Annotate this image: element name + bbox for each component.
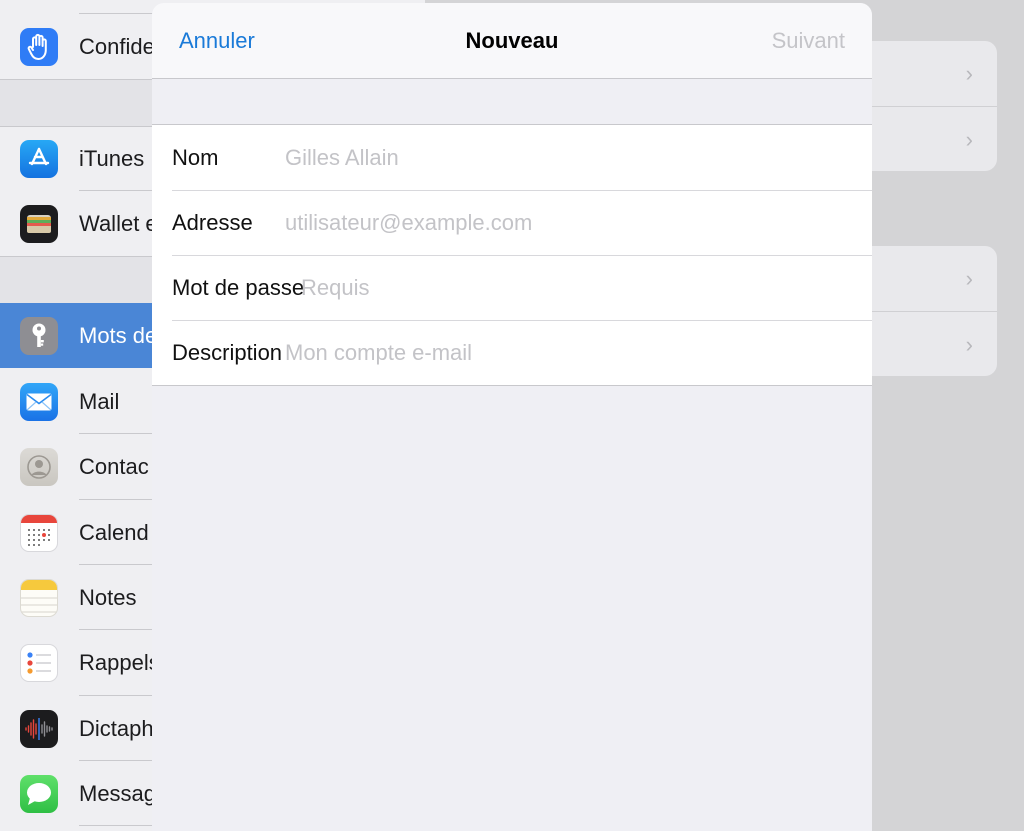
sheet-header: Nouveau Annuler Suivant (152, 3, 872, 79)
sidebar-item-label: Confide (79, 33, 155, 59)
reminders-icon (20, 643, 58, 682)
cancel-button[interactable]: Annuler (179, 3, 255, 78)
next-button[interactable]: Suivant (772, 3, 845, 78)
form-row-password: Mot de passe (152, 255, 872, 320)
form-row-description: Description (152, 320, 872, 385)
name-field[interactable] (285, 137, 825, 178)
form-row-name: Nom (152, 125, 872, 190)
address-label: Adresse (172, 209, 253, 235)
form-row-address: Adresse (152, 190, 872, 255)
key-icon (20, 316, 58, 355)
sidebar-item-label: Mail (79, 388, 120, 414)
password-label: Mot de passe (172, 274, 305, 300)
sidebar-item-label: Messag (79, 780, 157, 806)
wallet-icon (20, 204, 58, 243)
chevron-right-icon: › (965, 126, 973, 152)
notes-icon (20, 578, 58, 617)
hand-icon (20, 27, 58, 66)
mail-icon (20, 382, 58, 421)
sidebar-item-label: Wallet e (79, 210, 158, 236)
sidebar-item-label: Notes (79, 584, 137, 610)
sidebar-item-label: Contac (79, 453, 149, 479)
password-field[interactable] (301, 267, 821, 308)
sheet-title: Nouveau (465, 28, 559, 53)
contacts-icon (20, 447, 58, 486)
messages-icon (20, 774, 58, 813)
chevron-right-icon: › (965, 265, 973, 291)
email-field[interactable] (285, 202, 825, 243)
sidebar-item-label: Mots de (79, 322, 158, 348)
chevron-right-icon: › (965, 60, 973, 86)
sidebar-item-label: Dictaph (79, 715, 154, 741)
description-label: Description (172, 339, 283, 365)
name-label: Nom (172, 144, 219, 170)
sidebar-item-label: Calend (79, 519, 149, 545)
sidebar-item-label: iTunes (79, 145, 145, 171)
description-field[interactable] (285, 332, 825, 373)
voice-memos-icon (20, 709, 58, 748)
new-account-sheet: Nouveau Annuler Suivant Nom Adresse Mot … (152, 3, 872, 831)
account-form: Nom Adresse Mot de passe Description (152, 124, 872, 386)
sidebar-item-label: Rappels (79, 649, 160, 675)
chevron-right-icon: › (965, 331, 973, 357)
calendar-icon (20, 513, 58, 552)
app-store-icon (20, 139, 58, 178)
